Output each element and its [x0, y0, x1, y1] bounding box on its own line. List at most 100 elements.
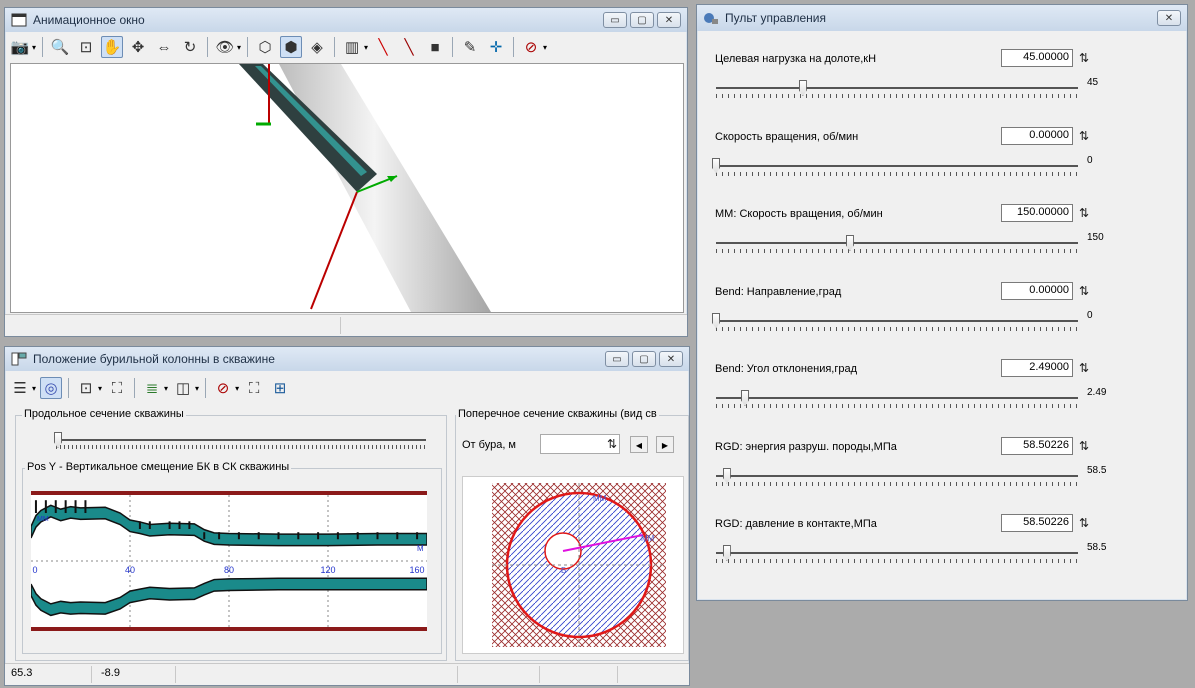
x-tick-label: 40 — [125, 565, 135, 575]
close-button[interactable]: ✕ — [659, 351, 683, 367]
frame-icon[interactable]: ◫ — [172, 377, 194, 399]
animation-statusbar — [5, 314, 687, 336]
param-slider-ticks — [716, 171, 1078, 176]
minimize-button[interactable]: ▭ — [605, 351, 629, 367]
param-value-input[interactable]: 58.50226 — [1001, 436, 1073, 455]
param-spinner[interactable]: ⇅ — [1076, 360, 1092, 376]
control-panel-icon — [703, 11, 719, 25]
param-slider-track — [716, 319, 1078, 322]
param-value-input[interactable]: 58.50226 — [1001, 514, 1073, 532]
window-icon — [11, 13, 27, 27]
param-spinner[interactable]: ⇅ — [1076, 515, 1092, 531]
export-icon[interactable]: ⊞ — [269, 377, 291, 399]
shaded-cube-icon[interactable]: ◈ — [306, 36, 328, 58]
param-slider-value: 2.49 — [1087, 387, 1107, 398]
close-button[interactable]: ✕ — [1157, 10, 1181, 26]
minimize-button[interactable]: ▭ — [603, 12, 627, 28]
param-value-input[interactable]: 150.00000 — [1001, 204, 1073, 222]
pan-hand-icon[interactable]: ✋ — [101, 36, 124, 58]
3d-viewport[interactable] — [10, 63, 684, 313]
expand-icon[interactable]: ⛶ — [243, 377, 265, 399]
longitudinal-label: Продольное сечение скважины — [22, 408, 186, 420]
maximize-button[interactable]: ▢ — [632, 351, 656, 367]
longitudinal-slider-track — [56, 439, 426, 441]
settings-chart-icon[interactable]: ⊘ — [520, 36, 542, 58]
wireframe-cube-icon[interactable]: ⬡ — [254, 36, 276, 58]
solid-cube-icon[interactable]: ⬢ — [280, 36, 303, 58]
x-tick-label: 80 — [224, 565, 234, 575]
fit-all-icon[interactable]: ⛶ — [106, 377, 128, 399]
param-value-input[interactable]: 2.49000 — [1001, 359, 1073, 377]
label-mm2: ММ — [641, 534, 655, 543]
camera-icon[interactable]: 📷 — [9, 36, 31, 58]
chart-bottom-border — [31, 627, 427, 631]
param-slider-ticks — [716, 559, 1078, 563]
close-button[interactable]: ✕ — [657, 12, 681, 28]
window-title: Анимационное окно — [33, 13, 145, 27]
param-spinner[interactable]: ⇅ — [1076, 283, 1092, 299]
label-mm: ММ — [593, 494, 607, 503]
rotate-horizontal-icon[interactable]: ⇔ — [153, 36, 175, 58]
cross-section-label: Поперечное сечение скважины (вид св — [456, 408, 659, 420]
param-slider-track — [716, 397, 1078, 399]
chart-groupbox: Pos Y - Вертикальное смещение БК в СК ск… — [22, 461, 442, 654]
pipe-icon[interactable]: ╲ — [398, 36, 420, 58]
axes-icon[interactable]: ✛ — [485, 36, 507, 58]
eye-icon[interactable]: 👁 — [214, 36, 236, 58]
window-title: Пульт управления — [725, 11, 826, 25]
column-icon[interactable]: ▥ — [341, 36, 363, 58]
borehole-pipe — [279, 64, 491, 312]
param-slider-ticks — [716, 326, 1078, 331]
red-line-icon[interactable]: ╲ — [372, 36, 394, 58]
param-slider-ticks — [716, 249, 1078, 253]
scroll-left-button[interactable]: ◀ — [630, 436, 648, 453]
param-value-input[interactable]: 45.00000 — [1001, 49, 1073, 67]
param-slider-track — [716, 552, 1078, 554]
rotate-lock-icon[interactable]: ↻ — [179, 36, 201, 58]
target-icon[interactable]: ◎ — [40, 377, 63, 399]
param-slider-track — [716, 242, 1078, 244]
cross-section-canvas[interactable]: ММ ММ Б — [462, 476, 684, 654]
zoom-fit-icon[interactable]: ⊡ — [75, 36, 97, 58]
position-window-titlebar[interactable]: Положение бурильной колонны в скважине ▭… — [5, 347, 689, 371]
chart-title: Pos Y - Вертикальное смещение БК в СК ск… — [25, 461, 292, 473]
chart-top-border — [31, 491, 427, 495]
animation-window-titlebar[interactable]: Анимационное окно ▭ ▢ ✕ — [5, 8, 687, 32]
layers-icon[interactable]: ≣ — [141, 377, 163, 399]
param-value-input[interactable]: 0.00000 — [1001, 281, 1073, 300]
maximize-button[interactable]: ▢ — [630, 12, 654, 28]
from-bit-spinner[interactable]: ⇅ — [604, 436, 620, 452]
box-icon[interactable]: ■ — [424, 36, 446, 58]
param-label: Целевая нагрузка на долоте,кН — [715, 53, 877, 65]
settings-chart-icon[interactable]: ⊘ — [212, 377, 234, 399]
param-slider-value: 58.5 — [1087, 464, 1107, 476]
longitudinal-slider-ticks — [56, 445, 426, 449]
list-icon[interactable]: ☰ — [9, 377, 31, 399]
param-slider-value: 58.5 — [1087, 542, 1107, 553]
param-slider-ticks — [716, 94, 1078, 98]
param-slider-value: 0 — [1087, 154, 1093, 166]
param-row: Целевая нагрузка на долоте,кН 45.00000 ⇅ 45 — [711, 49, 1181, 123]
control-panel-titlebar[interactable]: Пульт управления ✕ — [697, 5, 1187, 31]
param-value-input[interactable]: 0.00000 — [1001, 126, 1073, 145]
pos-y-chart[interactable]: 0 40 80 120 160МММ — [31, 491, 427, 631]
zoom-fit-icon[interactable]: ⊡ — [75, 377, 97, 399]
param-row: Bend: Направление,град 0.00000 ⇅ 0 — [711, 281, 1181, 356]
window-title: Положение бурильной колонны в скважине — [33, 352, 275, 366]
x-tick-label: 0 — [32, 565, 37, 575]
param-spinner[interactable]: ⇅ — [1076, 205, 1092, 221]
param-label: Bend: Угол отклонения,град — [715, 363, 858, 375]
param-slider-value: 150 — [1087, 232, 1104, 243]
brush-icon[interactable]: ✎ — [459, 36, 481, 58]
x-tick-label: 120 — [320, 565, 335, 575]
move-icon[interactable]: ✥ — [127, 36, 149, 58]
param-slider-track — [716, 87, 1078, 89]
zoom-icon[interactable]: 🔍 — [49, 36, 71, 58]
scroll-right-button[interactable]: ▶ — [656, 436, 674, 453]
longitudinal-groupbox: Продольное сечение скважины Pos Y - Верт… — [15, 408, 447, 661]
animation-toolbar: 📷 ▾ 🔍 ⊡ ✋ ✥ ⇔ ↻ 👁 ▾ ⬡ ⬢ ◈ ▥ ▾ ╲ ╲ ■ ✎ ✛ ⊘ ▾ — [9, 36, 683, 58]
param-spinner[interactable]: ⇅ — [1076, 50, 1092, 66]
param-spinner[interactable]: ⇅ — [1076, 128, 1092, 144]
param-spinner[interactable]: ⇅ — [1076, 438, 1092, 454]
position-toolbar: ☰ ▾ ◎ ⊡ ▾ ⛶ ≣ ▾ ◫ ▾ ⊘ ▾ ⛶ ⊞ — [9, 377, 685, 399]
